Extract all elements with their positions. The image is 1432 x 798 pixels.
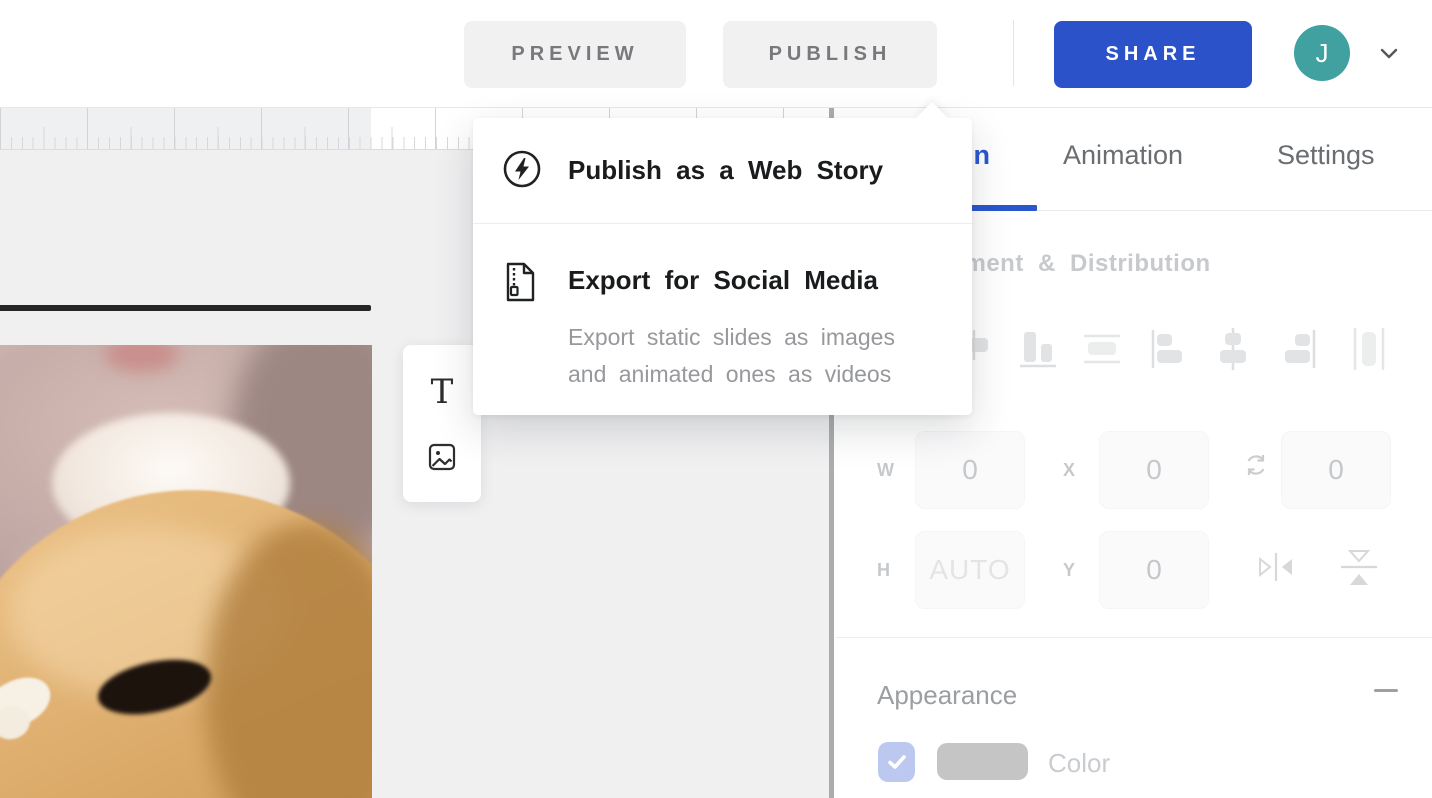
panel-divider [836, 637, 1432, 638]
menu-item-title: Export for Social Media [568, 265, 878, 296]
canvas-image-dog[interactable] [0, 345, 372, 798]
publish-dropdown-menu: Publish as a Web Story Export for Social… [473, 118, 972, 415]
image-tool-icon[interactable] [427, 442, 457, 472]
distribute-vertical-icon[interactable] [1080, 326, 1124, 372]
publish-button[interactable]: PUBLISH [723, 21, 937, 88]
avatar[interactable]: J [1294, 25, 1350, 81]
align-bottom-icon[interactable] [1016, 326, 1060, 372]
flip-vertical-icon[interactable] [1336, 544, 1382, 592]
header-divider [1013, 20, 1014, 86]
height-input[interactable]: AUTO [915, 531, 1025, 609]
color-label: Color [1048, 748, 1110, 779]
distribute-horizontal-icon[interactable] [1347, 326, 1391, 372]
menu-item-title: Publish as a Web Story [568, 155, 883, 186]
share-button[interactable]: SHARE [1054, 21, 1252, 88]
canvas-divider-line-element[interactable] [0, 305, 371, 311]
check-icon [887, 753, 907, 771]
width-input[interactable]: 0 [915, 431, 1025, 509]
zip-file-icon [502, 261, 538, 303]
color-checkbox[interactable] [878, 742, 915, 782]
canvas-tool-palette: T [403, 345, 481, 502]
tab-animation[interactable]: Animation [1063, 140, 1183, 171]
appearance-title: Appearance [877, 680, 1017, 711]
height-label: H [877, 560, 890, 581]
menu-item-description-line1: Export static slides as images [568, 319, 895, 356]
text-tool-icon[interactable]: T [431, 375, 454, 409]
tab-settings[interactable]: Settings [1277, 140, 1375, 171]
chevron-down-icon[interactable] [1374, 38, 1404, 68]
menu-item-publish-web-story[interactable]: Publish as a Web Story [473, 118, 972, 223]
y-label: Y [1063, 560, 1075, 581]
flip-horizontal-icon[interactable] [1254, 550, 1298, 584]
lightning-circle-icon [502, 149, 542, 189]
width-label: W [877, 460, 894, 481]
preview-button[interactable]: PREVIEW [464, 21, 686, 88]
rotate-icon [1244, 452, 1268, 478]
align-center-horizontal-icon[interactable] [1211, 326, 1255, 372]
align-right-icon[interactable] [1276, 326, 1320, 372]
color-swatch[interactable] [937, 743, 1028, 780]
menu-item-description-line2: and animated ones as videos [568, 356, 891, 393]
align-left-icon[interactable] [1146, 326, 1190, 372]
y-input[interactable]: 0 [1099, 531, 1209, 609]
top-bar: PREVIEW PUBLISH SHARE J [0, 0, 1432, 108]
collapse-section-icon[interactable] [1374, 689, 1398, 692]
rotation-input[interactable]: 0 [1281, 431, 1391, 509]
x-label: X [1063, 460, 1075, 481]
x-input[interactable]: 0 [1099, 431, 1209, 509]
menu-item-export-social[interactable]: Export for Social Media Export static sl… [473, 223, 972, 415]
app-window: T Design Animation Settings Alignment & … [0, 0, 1432, 798]
